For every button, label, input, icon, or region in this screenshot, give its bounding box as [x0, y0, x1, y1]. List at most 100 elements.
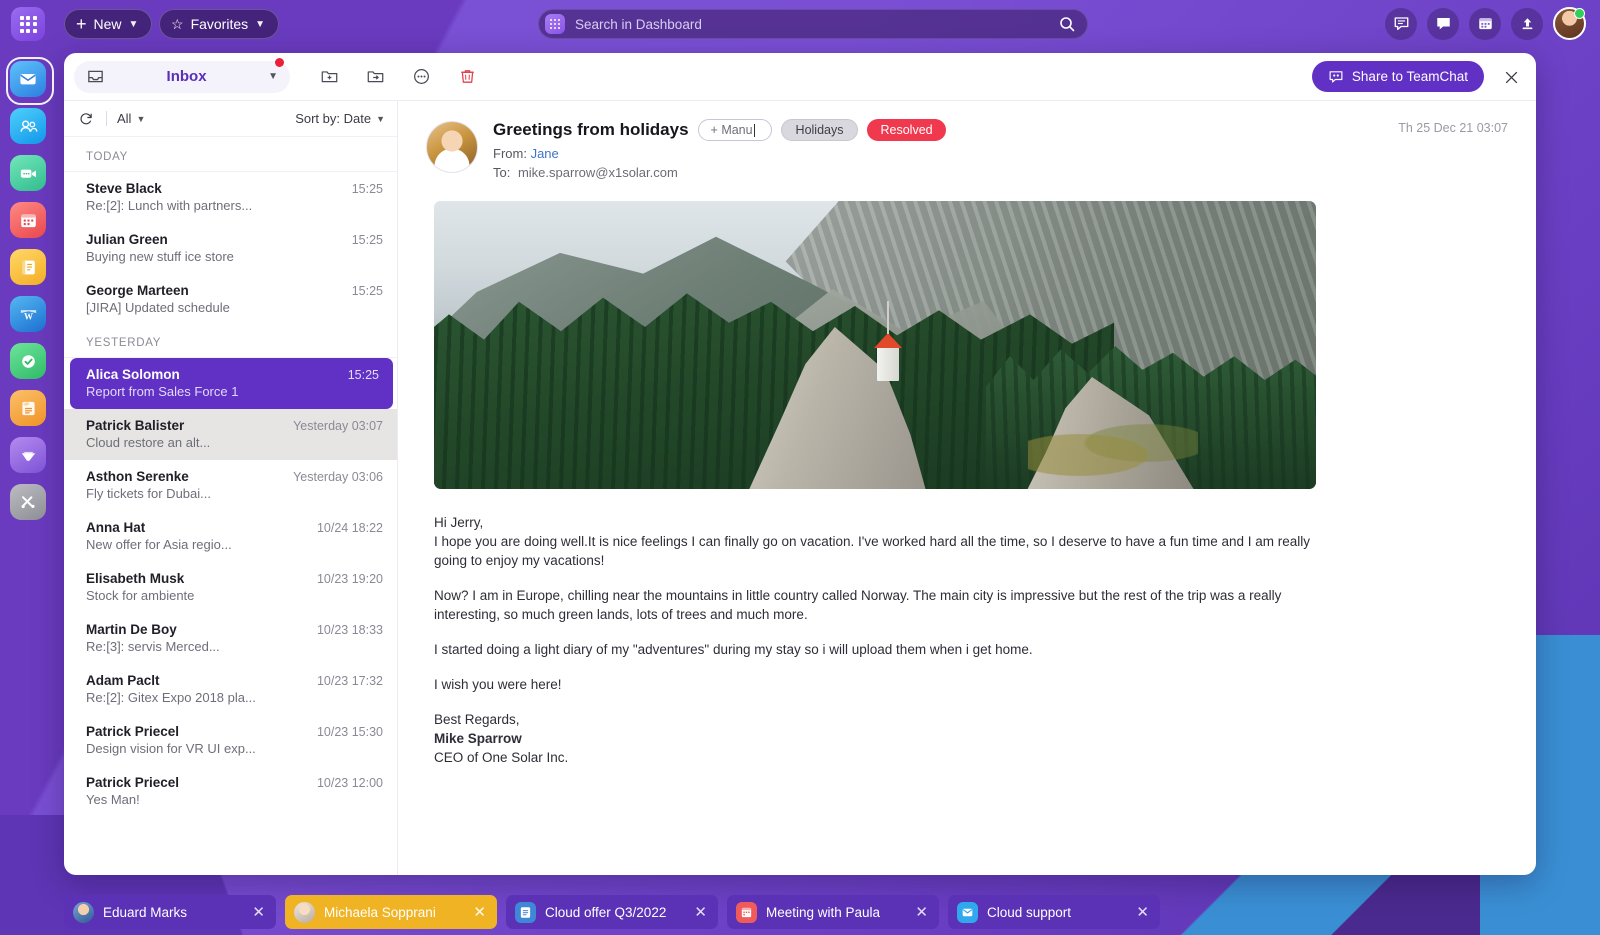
table-row[interactable]: Martin De Boy10/23 18:33 Re:[3]: servis …: [64, 613, 397, 664]
chat-lines-icon[interactable]: [1385, 8, 1417, 40]
from-label: From:: [493, 146, 527, 161]
table-row[interactable]: Patrick BalisterYesterday 03:07 Cloud re…: [64, 409, 397, 460]
notes-icon: [18, 398, 39, 419]
filter-dropdown[interactable]: All ▼: [117, 111, 145, 126]
sender-name: Patrick Priecel: [86, 724, 317, 739]
taskbar-tab-eduard-marks[interactable]: Eduard Marks ✕: [64, 895, 276, 929]
search-bar[interactable]: [538, 9, 1088, 39]
subject-preview: Fly tickets for Dubai...: [86, 486, 383, 501]
close-icon[interactable]: [1496, 62, 1526, 92]
calendar-icon: [736, 902, 757, 923]
rail-item-video[interactable]: [10, 155, 46, 191]
avatar-icon: [294, 902, 315, 923]
sender-name: Asthon Serenke: [86, 469, 293, 484]
refresh-icon[interactable]: [76, 109, 96, 129]
rail-item-tools[interactable]: [10, 484, 46, 520]
signature-name: Mike Sparrow: [434, 729, 1314, 748]
search-input[interactable]: [565, 17, 1053, 32]
add-tag-input[interactable]: + Manu: [698, 119, 772, 141]
close-icon[interactable]: ✕: [1133, 905, 1152, 920]
grid-apps-icon[interactable]: [11, 7, 45, 41]
timestamp: 15:25: [352, 182, 383, 196]
table-row[interactable]: Patrick Priecel10/23 12:00 Yes Man!: [64, 766, 397, 817]
close-icon[interactable]: ✕: [470, 905, 489, 920]
favorites-button[interactable]: ☆ Favorites ▼: [159, 9, 279, 39]
chat-bubble-icon[interactable]: [1427, 8, 1459, 40]
taskbar-tab-cloud-support[interactable]: Cloud support ✕: [948, 895, 1160, 929]
close-icon[interactable]: ✕: [691, 905, 710, 920]
move-to-folder-icon[interactable]: [356, 58, 394, 96]
rail-item-contacts[interactable]: [10, 108, 46, 144]
rail-item-notes[interactable]: [10, 390, 46, 426]
notebook-icon: [18, 257, 39, 278]
table-row[interactable]: Asthon SerenkeYesterday 03:06 Fly ticket…: [64, 460, 397, 511]
message-header: Greetings from holidays + Manu Holidays …: [426, 119, 1512, 180]
calendar-icon: [18, 210, 39, 231]
check-circle-icon: [18, 351, 39, 372]
group-header: YESTERDAY: [64, 325, 397, 358]
delete-icon[interactable]: [448, 58, 486, 96]
table-row[interactable]: Anna Hat10/24 18:22 New offer for Asia r…: [64, 511, 397, 562]
mail-list-pane: All ▼ Sort by: Date ▼ TODAY Steve Black1…: [64, 101, 398, 875]
taskbar-tab-cloud-offer[interactable]: Cloud offer Q3/2022 ✕: [506, 895, 718, 929]
table-row[interactable]: Steve Black15:25 Re:[2]: Lunch with part…: [64, 172, 397, 223]
add-tag-value: + Manu: [711, 123, 753, 137]
search-icon[interactable]: [1053, 11, 1081, 37]
timestamp: 10/23 19:20: [317, 572, 383, 586]
rail-item-docs[interactable]: W: [10, 296, 46, 332]
text-caret: [754, 124, 755, 137]
taskbar-tab-michaela-sopprani[interactable]: Michaela Sopprani ✕: [285, 895, 497, 929]
more-options-icon[interactable]: [402, 58, 440, 96]
timestamp: 15:25: [352, 284, 383, 298]
sender-name: Anna Hat: [86, 520, 317, 535]
rail-item-calendar[interactable]: [10, 202, 46, 238]
calendar-icon[interactable]: [1469, 8, 1501, 40]
tab-label: Meeting with Paula: [766, 905, 903, 920]
tab-label: Cloud support: [987, 905, 1124, 920]
close-icon[interactable]: ✕: [912, 905, 931, 920]
rail-item-drive[interactable]: [10, 437, 46, 473]
body-paragraph: I started doing a light diary of my "adv…: [434, 640, 1314, 659]
message-reading-pane: Greetings from holidays + Manu Holidays …: [398, 101, 1536, 875]
timestamp: 10/23 18:33: [317, 623, 383, 637]
rail-item-tasks[interactable]: [10, 343, 46, 379]
close-icon[interactable]: ✕: [249, 905, 268, 920]
table-row-selected[interactable]: Alica Solomon15:25 Report from Sales For…: [70, 358, 393, 409]
subject-preview: Yes Man!: [86, 792, 383, 807]
table-row[interactable]: Elisabeth Musk10/23 19:20 Stock for ambi…: [64, 562, 397, 613]
table-row[interactable]: Julian Green15:25 Buying new stuff ice s…: [64, 223, 397, 274]
sender-name: Elisabeth Musk: [86, 571, 317, 586]
notification-dot: [275, 58, 284, 67]
new-folder-icon[interactable]: [310, 58, 348, 96]
subject-preview: [JIRA] Updated schedule: [86, 300, 383, 315]
top-bar-icons: [1385, 7, 1586, 40]
folder-selector[interactable]: Inbox ▼: [74, 61, 290, 93]
mail-list[interactable]: TODAY Steve Black15:25 Re:[2]: Lunch wit…: [64, 137, 397, 875]
to-value[interactable]: mike.sparrow@x1solar.com: [518, 165, 678, 180]
table-row[interactable]: Patrick Priecel10/23 15:30 Design vision…: [64, 715, 397, 766]
user-avatar[interactable]: [1553, 7, 1586, 40]
table-row[interactable]: Adam Paclt10/23 17:32 Re:[2]: Gitex Expo…: [64, 664, 397, 715]
status-badge[interactable]: Resolved: [867, 119, 945, 141]
new-button[interactable]: + New ▼: [64, 9, 152, 39]
table-row[interactable]: George Marteen15:25 [JIRA] Updated sched…: [64, 274, 397, 325]
from-value[interactable]: Jane: [531, 146, 559, 161]
sender-name: Martin De Boy: [86, 622, 317, 637]
rail-item-mail[interactable]: [10, 61, 46, 97]
sort-dropdown[interactable]: Sort by: Date ▼: [295, 111, 385, 126]
status-badge[interactable]: Holidays: [781, 119, 859, 141]
timestamp: Yesterday 03:07: [293, 419, 383, 433]
upload-icon[interactable]: [1511, 8, 1543, 40]
subject-preview: Re:[2]: Lunch with partners...: [86, 198, 383, 213]
to-line: To: mike.sparrow@x1solar.com: [493, 165, 1512, 180]
body-greeting: Hi Jerry,: [434, 513, 1314, 532]
share-button-label: Share to TeamChat: [1352, 69, 1468, 84]
timestamp: 10/24 18:22: [317, 521, 383, 535]
timestamp: 10/23 17:32: [317, 674, 383, 688]
share-to-teamchat-button[interactable]: Share to TeamChat: [1312, 61, 1484, 92]
chevron-down-icon: ▼: [376, 114, 385, 124]
taskbar-tab-meeting-with-paula[interactable]: Meeting with Paula ✕: [727, 895, 939, 929]
mail-icon: [957, 902, 978, 923]
rail-item-notebook[interactable]: [10, 249, 46, 285]
svg-text:W: W: [23, 311, 32, 321]
